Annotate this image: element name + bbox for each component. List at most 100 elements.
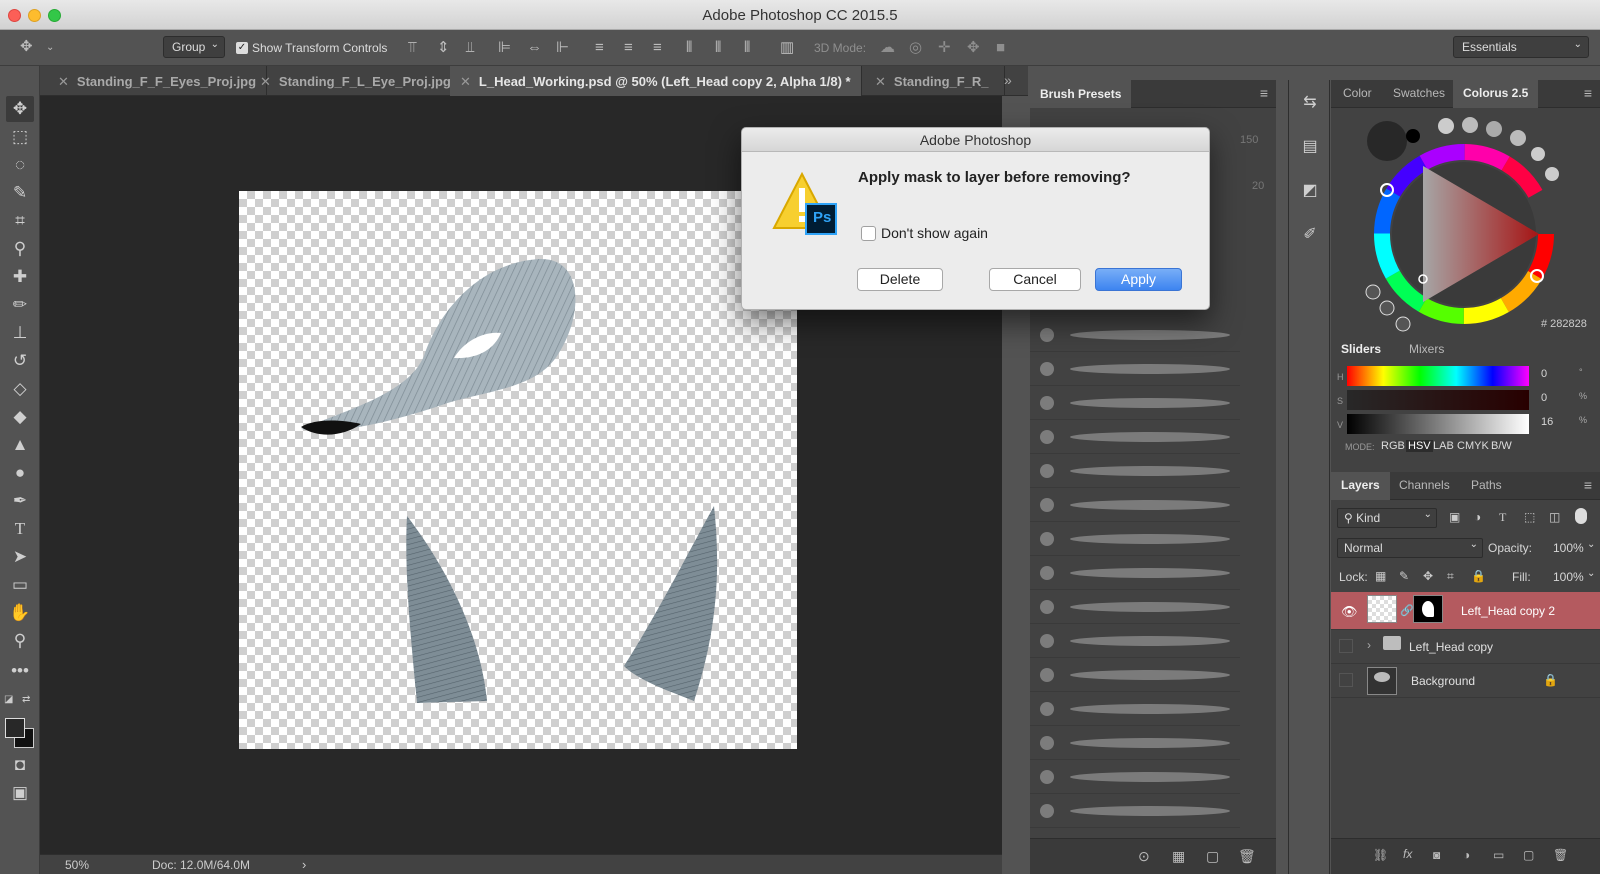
lock-position-icon[interactable]: ✥: [1423, 569, 1433, 583]
align-bottom-icon[interactable]: ⫫: [466, 40, 474, 56]
default-colors-icon[interactable]: ◪: [4, 694, 13, 705]
panel-menu-icon[interactable]: ≡: [1584, 477, 1592, 493]
foreground-color-swatch[interactable]: [5, 718, 25, 738]
3d-slide-icon[interactable]: ✥: [967, 40, 980, 56]
align-top-icon[interactable]: ⫪: [408, 40, 416, 56]
layer-row-selected[interactable]: 👁 🔗 Left_Head copy 2: [1331, 592, 1600, 630]
tab-colorus[interactable]: Colorus 2.5: [1453, 80, 1539, 108]
value-slider[interactable]: [1347, 414, 1529, 434]
brush-preset-row[interactable]: [1030, 386, 1240, 420]
new-brush-icon[interactable]: ▢: [1206, 848, 1219, 865]
tab-layers[interactable]: Layers: [1331, 472, 1390, 500]
brush-panel-grid-icon[interactable]: ▦: [1172, 848, 1185, 865]
saturation-value[interactable]: 0: [1541, 392, 1547, 404]
align-right-icon[interactable]: ⊩: [556, 40, 569, 56]
crop-tool-icon[interactable]: ⌗: [6, 208, 34, 234]
cancel-button[interactable]: Cancel: [989, 268, 1081, 291]
document-canvas[interactable]: [239, 191, 797, 749]
move-tool-icon[interactable]: ✥: [6, 96, 34, 122]
layer-row[interactable]: › Left_Head copy: [1331, 630, 1600, 664]
lock-transparency-icon[interactable]: ▦: [1375, 569, 1386, 583]
paint-bucket-tool-icon[interactable]: ◆: [6, 404, 34, 430]
layer-name[interactable]: Background: [1411, 674, 1475, 688]
screen-mode-icon[interactable]: ▣: [6, 780, 34, 806]
move-tool-preset-icon[interactable]: ✥: [20, 39, 33, 55]
healing-brush-tool-icon[interactable]: ✚: [6, 264, 34, 290]
dodge-tool-icon[interactable]: ●: [6, 460, 34, 486]
filter-toggle[interactable]: [1575, 508, 1587, 524]
history-panel-icon[interactable]: ⇆: [1297, 90, 1323, 116]
filter-shape-icon[interactable]: ⬚: [1524, 510, 1535, 524]
panel-menu-icon[interactable]: ≡: [1260, 85, 1268, 101]
chevron-down-icon[interactable]: ⌄: [46, 40, 54, 56]
type-tool-icon[interactable]: T: [6, 516, 34, 542]
history-brush-tool-icon[interactable]: ↺: [6, 348, 34, 374]
path-selection-tool-icon[interactable]: ➤: [6, 544, 34, 570]
panel-menu-icon[interactable]: ≡: [1584, 85, 1592, 101]
distribute-bottom-icon[interactable]: ≡: [653, 40, 662, 56]
auto-select-dropdown[interactable]: Group ⌄: [163, 36, 225, 58]
brush-preset-row[interactable]: [1030, 726, 1240, 760]
distribute-vcenter-icon[interactable]: ≡: [624, 40, 633, 56]
brush-preset-row[interactable]: [1030, 318, 1240, 352]
tab-sliders[interactable]: Sliders: [1341, 342, 1381, 356]
mode-hsv[interactable]: HSV: [1406, 440, 1433, 452]
brush-preset-row[interactable]: [1030, 624, 1240, 658]
properties-panel-icon[interactable]: ▤: [1297, 134, 1323, 160]
brush-preset-row[interactable]: [1030, 556, 1240, 590]
eye-icon[interactable]: 👁: [1341, 604, 1358, 620]
blur-tool-icon[interactable]: ▲: [6, 432, 34, 458]
close-icon[interactable]: ✕: [260, 74, 271, 89]
layer-thumbnail[interactable]: [1367, 595, 1397, 623]
brush-preset-row[interactable]: [1030, 352, 1240, 386]
filter-adjustment-icon[interactable]: ◑: [1474, 510, 1481, 524]
lasso-tool-icon[interactable]: ◌: [6, 152, 34, 178]
align-left-icon[interactable]: ⊫: [498, 40, 511, 56]
layer-mask-thumbnail[interactable]: [1413, 595, 1443, 623]
hand-tool-icon[interactable]: ✋: [6, 600, 34, 626]
brush-preset-row[interactable]: [1030, 794, 1240, 828]
chevron-down-icon[interactable]: ⌄: [1587, 539, 1595, 550]
brush-tool-icon[interactable]: ✏: [6, 292, 34, 318]
quick-mask-icon[interactable]: ◘: [6, 752, 34, 778]
doc-tab-active[interactable]: ✕ L_Head_Working.psd @ 50% (Left_Head cop…: [450, 66, 862, 96]
lock-all-icon[interactable]: 🔒: [1471, 569, 1486, 583]
more-tabs-icon[interactable]: »: [1004, 72, 1012, 88]
distribute-right-icon[interactable]: ⫴: [744, 40, 750, 56]
zoom-level[interactable]: 50%: [65, 858, 89, 872]
doc-tab[interactable]: ✕ Standing_F_R_: [865, 66, 1005, 96]
distribute-top-icon[interactable]: ≡: [595, 40, 604, 56]
brush-preset-row[interactable]: [1030, 760, 1240, 794]
clone-stamp-tool-icon[interactable]: ⊥: [6, 320, 34, 346]
show-transform-checkbox[interactable]: ✓: [236, 42, 248, 54]
value-value[interactable]: 16: [1541, 416, 1553, 428]
distribute-left-icon[interactable]: ⫴: [686, 40, 692, 56]
doc-tab[interactable]: ✕ Standing_F_F_Eyes_Proj.jpg: [48, 66, 268, 96]
chevron-down-icon[interactable]: ⌄: [1587, 568, 1595, 579]
3d-scale-icon[interactable]: ■: [996, 40, 1005, 56]
distribute-hcenter-icon[interactable]: ⫴: [715, 40, 721, 56]
filter-pixel-icon[interactable]: ▣: [1449, 510, 1460, 524]
layer-row[interactable]: Background 🔒: [1331, 664, 1600, 698]
brush-preset-row[interactable]: [1030, 692, 1240, 726]
tab-channels[interactable]: Channels: [1399, 478, 1450, 492]
new-group-icon[interactable]: ▭: [1493, 848, 1504, 862]
mode-bw[interactable]: B/W: [1491, 440, 1512, 452]
3d-pan-icon[interactable]: ✛: [938, 40, 951, 56]
brush-preset-row[interactable]: [1030, 420, 1240, 454]
brush-presets-tab[interactable]: Brush Presets: [1030, 80, 1132, 108]
swap-colors-icon[interactable]: ⇄: [22, 694, 30, 705]
tab-paths[interactable]: Paths: [1471, 478, 1502, 492]
brush-preset-row[interactable]: [1030, 590, 1240, 624]
marquee-tool-icon[interactable]: ⬚: [6, 124, 34, 150]
saturation-slider[interactable]: [1347, 390, 1529, 410]
hex-value[interactable]: # 282828: [1541, 318, 1587, 330]
quick-select-tool-icon[interactable]: ✎: [6, 180, 34, 206]
3d-orbit-icon[interactable]: ☁: [880, 40, 895, 56]
adjustment-layer-icon[interactable]: ◑: [1463, 848, 1470, 862]
delete-button[interactable]: Delete: [857, 268, 943, 291]
mode-rgb[interactable]: RGB: [1381, 440, 1405, 452]
fx-icon[interactable]: fx: [1403, 847, 1412, 861]
status-menu-arrow[interactable]: ›: [302, 857, 306, 872]
hue-slider[interactable]: [1347, 366, 1529, 386]
